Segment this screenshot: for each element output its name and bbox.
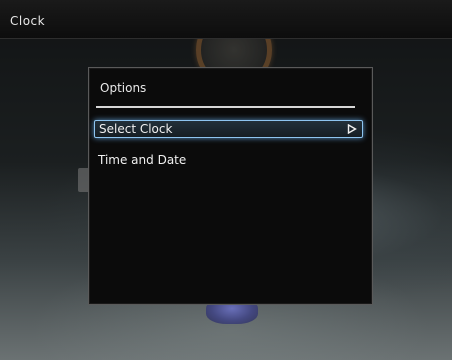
play-arrow-icon bbox=[347, 124, 357, 134]
page-title: Clock bbox=[10, 14, 46, 28]
title-bar: Clock bbox=[0, 0, 452, 39]
panel-divider bbox=[96, 106, 355, 108]
menu-item-time-and-date[interactable]: Time and Date bbox=[94, 151, 363, 169]
screen: Clock Options Select Clock Time and Date bbox=[0, 0, 452, 360]
menu-item-select-clock[interactable]: Select Clock bbox=[94, 120, 363, 138]
options-panel: Options Select Clock Time and Date bbox=[88, 67, 373, 305]
options-title: Options bbox=[100, 81, 147, 95]
menu-item-label: Time and Date bbox=[98, 153, 187, 167]
menu-item-label: Select Clock bbox=[99, 122, 173, 136]
